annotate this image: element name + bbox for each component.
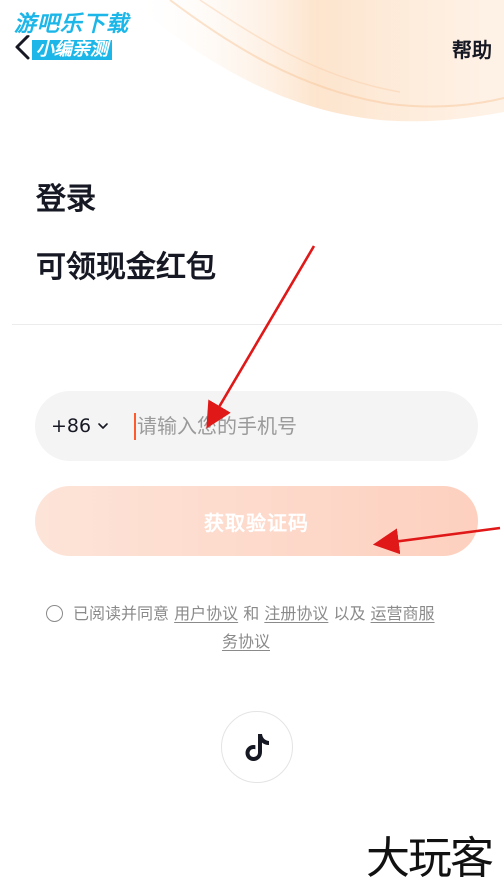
tiktok-logo-icon xyxy=(245,734,269,761)
agreement-checkbox[interactable] xyxy=(46,605,63,622)
watermark-top-line2: 小编亲测 xyxy=(32,40,112,60)
register-agreement-link[interactable]: 注册协议 xyxy=(264,604,328,623)
chevron-down-icon xyxy=(98,423,108,429)
get-verification-code-button[interactable]: 获取验证码 xyxy=(35,486,478,556)
watermark-top: 游吧乐下载 小编亲测 xyxy=(14,14,129,60)
tiktok-login-button[interactable] xyxy=(221,711,293,783)
help-button[interactable]: 帮助 xyxy=(452,34,492,63)
divider xyxy=(12,324,502,325)
watermark-top-line1: 游吧乐下载 xyxy=(14,12,130,37)
text-caret xyxy=(134,413,136,440)
page-title: 登录 xyxy=(36,182,96,217)
phone-number-input[interactable] xyxy=(137,401,457,451)
agreement-text: 已阅读并同意 用户协议 和 注册协议 以及 运营商服 务协议 xyxy=(46,600,476,656)
country-code-label: +86 xyxy=(51,415,92,437)
agreement-and: 和 xyxy=(243,604,260,623)
watermark-bottom: 大玩客 xyxy=(366,833,494,884)
agreement-prefix: 已阅读并同意 xyxy=(73,604,170,623)
page-subtitle: 可领现金红包 xyxy=(36,250,216,285)
operator-service-link-part2[interactable]: 务协议 xyxy=(222,632,270,651)
user-agreement-link[interactable]: 用户协议 xyxy=(174,604,238,623)
country-code-selector[interactable]: +86 xyxy=(51,391,109,461)
phone-input-box: +86 xyxy=(35,391,478,461)
agreement-also: 以及 xyxy=(333,604,366,623)
operator-service-link-part1[interactable]: 运营商服 xyxy=(371,604,435,623)
